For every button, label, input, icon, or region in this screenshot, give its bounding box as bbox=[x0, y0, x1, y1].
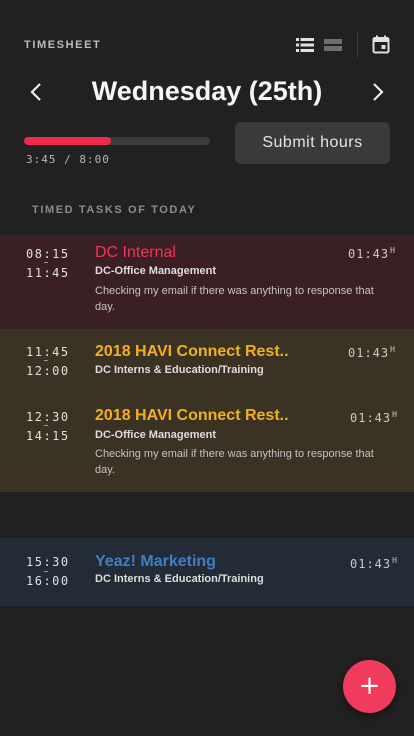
task-item[interactable]: 11:45 12:00 2018 HAVI Connect Rest.. DC … bbox=[0, 329, 414, 395]
submit-hours-button[interactable]: Submit hours bbox=[235, 122, 390, 164]
hours-progress-fill bbox=[24, 137, 112, 145]
duration-value: 01:43 bbox=[350, 411, 392, 425]
task-item[interactable]: 15:30 16:00 Yeaz! Marketing DC Interns &… bbox=[0, 538, 414, 606]
task-item[interactable]: 12:30 14:15 2018 HAVI Connect Rest.. DC-… bbox=[0, 395, 414, 492]
task-start-time: 11:45 bbox=[26, 345, 70, 359]
task-duration: 01:43H bbox=[350, 556, 398, 571]
duration-unit: H bbox=[390, 246, 396, 255]
hours-progress-text: 3:45 / 8:00 bbox=[26, 153, 110, 166]
add-task-button[interactable]: + bbox=[343, 660, 396, 713]
duration-unit: H bbox=[390, 345, 396, 354]
task-title: DC Internal bbox=[95, 244, 176, 261]
task-end-time: 14:15 bbox=[26, 429, 70, 443]
task-category: DC Interns & Education/Training bbox=[95, 573, 264, 585]
time-separator bbox=[44, 360, 48, 361]
time-separator bbox=[44, 262, 48, 263]
task-description: Checking my email if there was anything … bbox=[95, 448, 374, 476]
plus-icon: + bbox=[358, 671, 381, 701]
task-category: DC-Office Management bbox=[95, 265, 217, 277]
date-title: Wednesday (25th) bbox=[91, 76, 323, 106]
list-view-icon[interactable] bbox=[296, 38, 314, 52]
task-category: DC-Office Management bbox=[95, 429, 217, 441]
compact-view-icon[interactable] bbox=[324, 38, 342, 52]
task-item[interactable]: 08:15 11:45 DC Internal DC-Office Manage… bbox=[0, 235, 414, 329]
task-start-time: 08:15 bbox=[26, 247, 70, 261]
task-title: 2018 HAVI Connect Rest.. bbox=[95, 343, 289, 360]
task-duration: 01:43H bbox=[348, 246, 396, 261]
task-title: 2018 HAVI Connect Rest.. bbox=[95, 407, 289, 424]
task-end-time: 12:00 bbox=[26, 364, 70, 378]
task-start-time: 12:30 bbox=[26, 410, 70, 424]
task-description: Checking my email if there was anything … bbox=[95, 285, 374, 313]
task-category: DC Interns & Education/Training bbox=[95, 364, 264, 376]
duration-unit: H bbox=[392, 556, 398, 565]
time-separator bbox=[44, 425, 48, 426]
task-end-time: 11:45 bbox=[26, 266, 70, 280]
duration-value: 01:43 bbox=[348, 346, 390, 360]
calendar-icon[interactable] bbox=[372, 35, 390, 54]
time-separator bbox=[44, 571, 48, 572]
duration-value: 01:43 bbox=[348, 247, 390, 261]
task-end-time: 16:00 bbox=[26, 574, 70, 588]
chevron-left-icon[interactable] bbox=[26, 80, 48, 104]
duration-value: 01:43 bbox=[350, 557, 392, 571]
task-title: Yeaz! Marketing bbox=[95, 553, 216, 570]
top-bar: TIMESHEET bbox=[0, 0, 414, 70]
task-duration: 01:43H bbox=[348, 345, 396, 360]
app-title: TIMESHEET bbox=[24, 39, 102, 51]
task-duration: 01:43H bbox=[350, 410, 398, 425]
chevron-right-icon[interactable] bbox=[366, 80, 388, 104]
task-start-time: 15:30 bbox=[26, 555, 70, 569]
section-title: TIMED TASKS OF TODAY bbox=[32, 204, 197, 216]
duration-unit: H bbox=[392, 410, 398, 419]
toolbar-divider bbox=[357, 32, 358, 58]
hours-progress-bar bbox=[24, 137, 210, 145]
date-navigation: Wednesday (25th) bbox=[0, 72, 414, 112]
